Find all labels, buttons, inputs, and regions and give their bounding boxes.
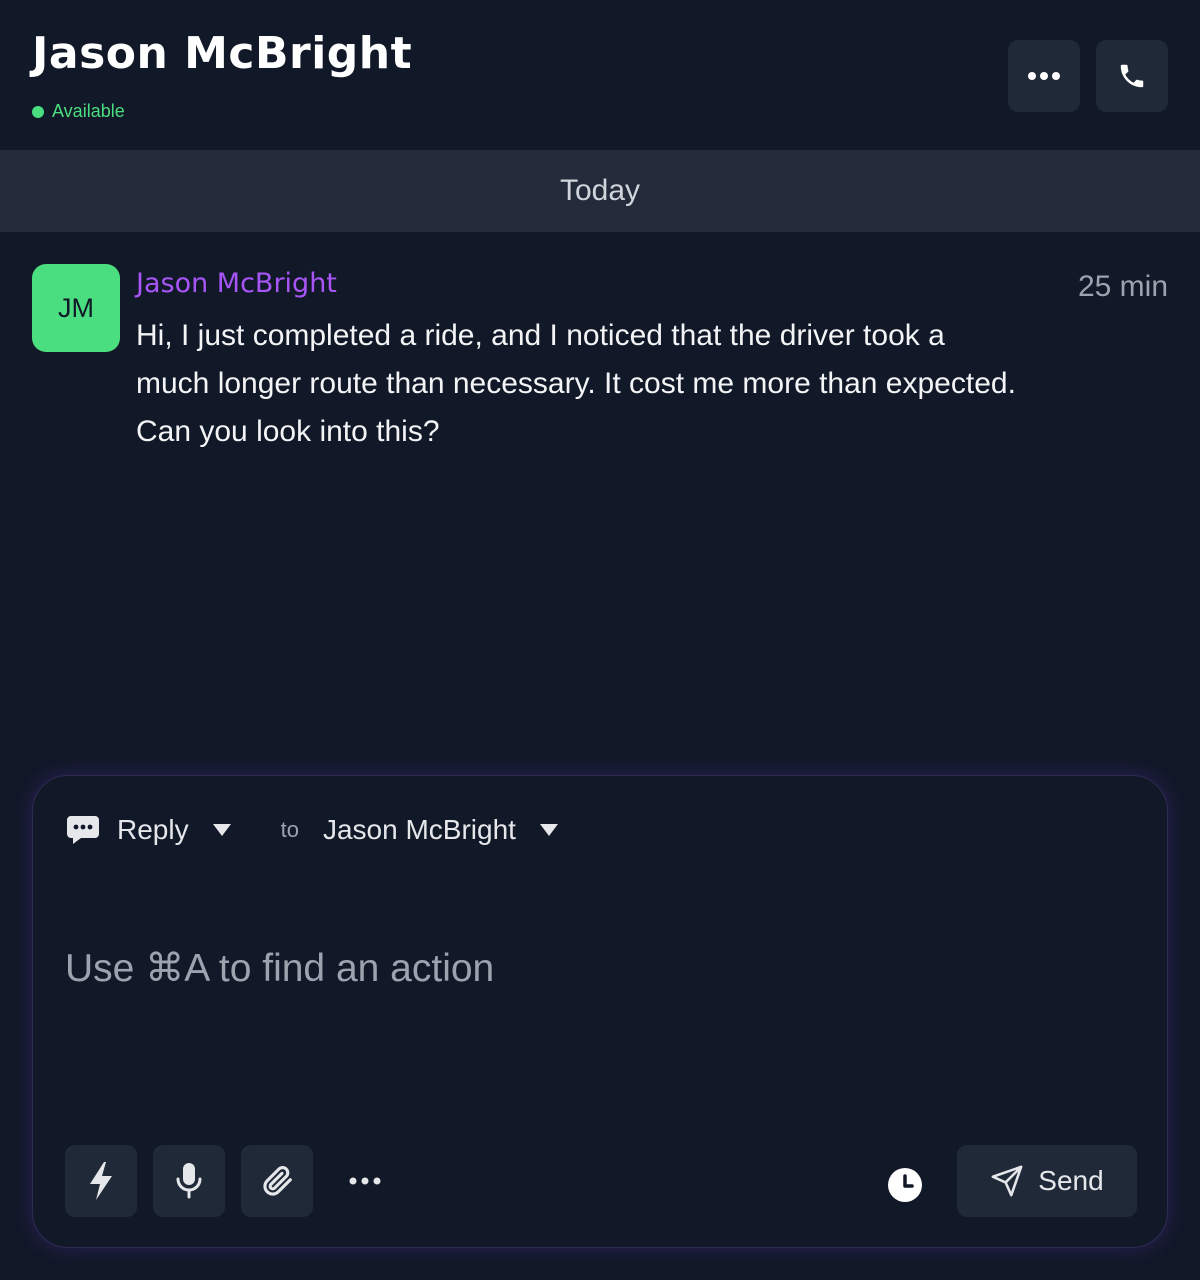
- lightning-icon: [90, 1162, 112, 1200]
- call-button[interactable]: [1096, 40, 1168, 112]
- status-text: Available: [52, 101, 125, 121]
- reply-composer: Reply to Jason McBright Use ⌘A to find a…: [32, 775, 1168, 1248]
- message-text: Hi, I just completed a ride, and I notic…: [136, 319, 1016, 448]
- recipient-dropdown-icon[interactable]: [539, 824, 558, 836]
- send-button[interactable]: Send: [957, 1145, 1137, 1217]
- to-label: to: [280, 817, 299, 842]
- contact-name: Jason McBright: [32, 28, 413, 79]
- date-divider-label: Today: [559, 174, 641, 207]
- status-dot-icon: [32, 105, 44, 118]
- message-sender: Jason McBright: [136, 268, 337, 299]
- reply-mode-dropdown-icon[interactable]: [212, 824, 231, 836]
- quick-action-button[interactable]: [65, 1145, 137, 1217]
- attach-button[interactable]: [241, 1145, 313, 1217]
- reply-mode-label[interactable]: Reply: [117, 814, 189, 846]
- date-divider: Today: [0, 150, 1200, 232]
- avatar: JM: [32, 264, 120, 352]
- composer-header: Reply to Jason McBright: [65, 812, 558, 848]
- schedule-button[interactable]: [881, 1161, 929, 1209]
- conversation-header: Jason McBright Available: [0, 0, 1200, 150]
- phone-icon: [1120, 64, 1144, 88]
- more-tools-button[interactable]: [337, 1164, 393, 1198]
- send-icon: [991, 1165, 1023, 1197]
- chat-bubble-icon: [65, 814, 101, 846]
- clock-icon: [888, 1168, 922, 1202]
- message-input[interactable]: Use ⌘A to find an action: [65, 946, 494, 991]
- paperclip-icon: [263, 1165, 292, 1196]
- more-options-button[interactable]: [1008, 40, 1080, 112]
- more-horizontal-icon: [349, 1177, 381, 1185]
- more-horizontal-icon: [1028, 72, 1060, 80]
- recipient-select[interactable]: Jason McBright: [323, 814, 516, 846]
- status-indicator: Available: [32, 101, 125, 122]
- message-time: 25 min: [1077, 270, 1168, 303]
- voice-button[interactable]: [153, 1145, 225, 1217]
- microphone-icon: [176, 1163, 202, 1199]
- send-label: Send: [1038, 1165, 1104, 1196]
